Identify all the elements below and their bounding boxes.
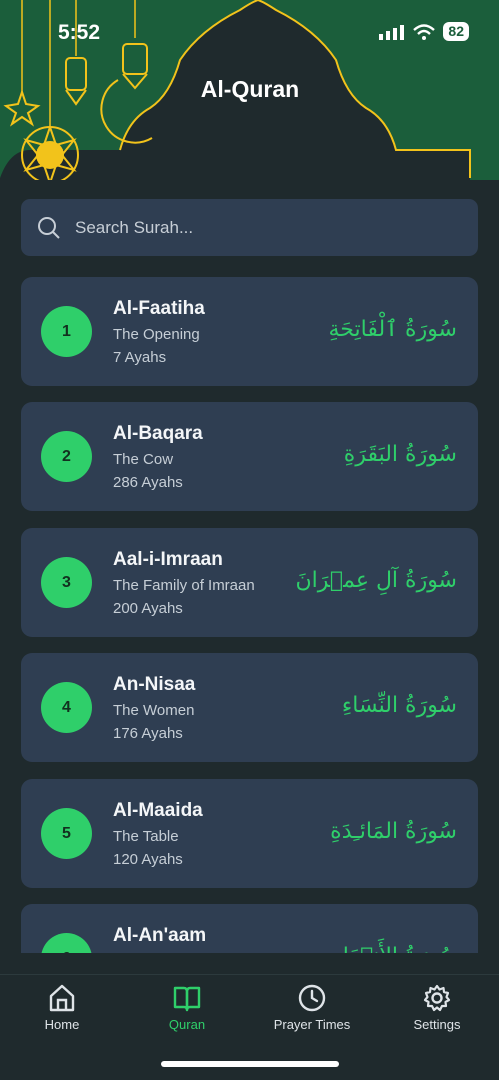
signal-icon [379, 24, 405, 40]
book-open-icon [173, 986, 201, 1012]
surah-ayahs: 286 Ayahs [113, 474, 183, 491]
surah-name: An-Nisaa [113, 674, 196, 695]
clock-icon [298, 984, 326, 1012]
search-input[interactable] [75, 217, 435, 238]
surah-number: 2 [41, 431, 92, 482]
surah-meaning: The Table [113, 828, 179, 845]
status-icons: 82 [379, 22, 469, 41]
surah-name: Al-An'aam [113, 925, 207, 946]
nav-home-label: Home [44, 1017, 80, 1032]
surah-number: 3 [41, 557, 92, 608]
gear-icon [423, 984, 451, 1012]
surah-name: Al-Maaida [113, 800, 203, 821]
surah-meaning: The Cow [113, 451, 174, 468]
nav-quran-label: Quran [168, 1017, 206, 1032]
surah-ayahs: 176 Ayahs [113, 725, 183, 742]
surah-arabic-name: سُورَةُ النِّسَاءِ [341, 693, 457, 718]
nav-settings[interactable]: Settings [382, 983, 492, 1032]
nav-prayer-times[interactable]: Prayer Times [257, 983, 367, 1032]
surah-meaning: The Opening [113, 326, 200, 343]
search-icon [38, 216, 60, 239]
surah-ayahs: 7 Ayahs [113, 349, 167, 366]
nav-quran[interactable]: Quran [132, 983, 242, 1032]
surah-name: Al-Baqara [113, 423, 203, 444]
surah-card[interactable]: 4 An-Nisaa The Women 176 Ayahs سُورَةُ ا… [21, 653, 478, 762]
surah-card[interactable]: 2 Al-Baqara The Cow 286 Ayahs سُورَةُ ال… [21, 402, 478, 511]
surah-number: 4 [41, 682, 92, 733]
surah-arabic-name: سُورَةُ ٱلْفَاتِحَةِ [328, 317, 458, 342]
surah-card[interactable]: 1 Al-Faatiha The Opening 7 Ayahs سُورَةُ… [21, 277, 478, 386]
nav-settings-label: Settings [413, 1017, 461, 1032]
surah-card[interactable]: 5 Al-Maaida The Table 120 Ayahs سُورَةُ … [21, 779, 478, 888]
home-indicator [161, 1061, 339, 1067]
surah-number: 6 [41, 933, 92, 953]
surah-list[interactable]: 1 Al-Faatiha The Opening 7 Ayahs سُورَةُ… [21, 277, 478, 953]
surah-card[interactable]: 6 Al-An'aam سُورَةُ الأَنۡعَامِ [21, 904, 478, 953]
surah-arabic-name: سُورَةُ الأَنۡعَامِ [329, 944, 457, 953]
header: 5:52 82 Al-Quran [0, 0, 499, 180]
status-time: 5:52 [58, 21, 101, 44]
surah-ayahs: 200 Ayahs [113, 600, 183, 617]
surah-meaning: The Family of Imraan [113, 577, 255, 594]
battery-indicator: 82 [443, 22, 469, 41]
surah-card[interactable]: 3 Aal-i-Imraan The Family of Imraan 200 … [21, 528, 478, 637]
surah-ayahs: 120 Ayahs [113, 851, 183, 868]
surah-name: Al-Faatiha [113, 298, 205, 319]
wifi-icon [413, 23, 436, 40]
surah-meaning: The Women [113, 702, 195, 719]
status-bar: 5:52 82 [0, 0, 499, 66]
surah-number: 5 [41, 808, 92, 859]
surah-name: Aal-i-Imraan [113, 549, 223, 570]
surah-arabic-name: سُورَةُ البَقَرَةِ [343, 442, 457, 467]
search-bar[interactable] [21, 199, 478, 256]
home-icon [49, 984, 75, 1012]
page-title: Al-Quran [200, 76, 300, 102]
surah-number: 1 [41, 306, 92, 357]
surah-arabic-name: سُورَةُ المَائـِدَةِ [330, 819, 457, 844]
surah-arabic-name: سُورَةُ آلِ عِمۡرَانَ [295, 568, 458, 593]
nav-prayer-times-label: Prayer Times [273, 1017, 351, 1032]
nav-home[interactable]: Home [7, 983, 117, 1032]
